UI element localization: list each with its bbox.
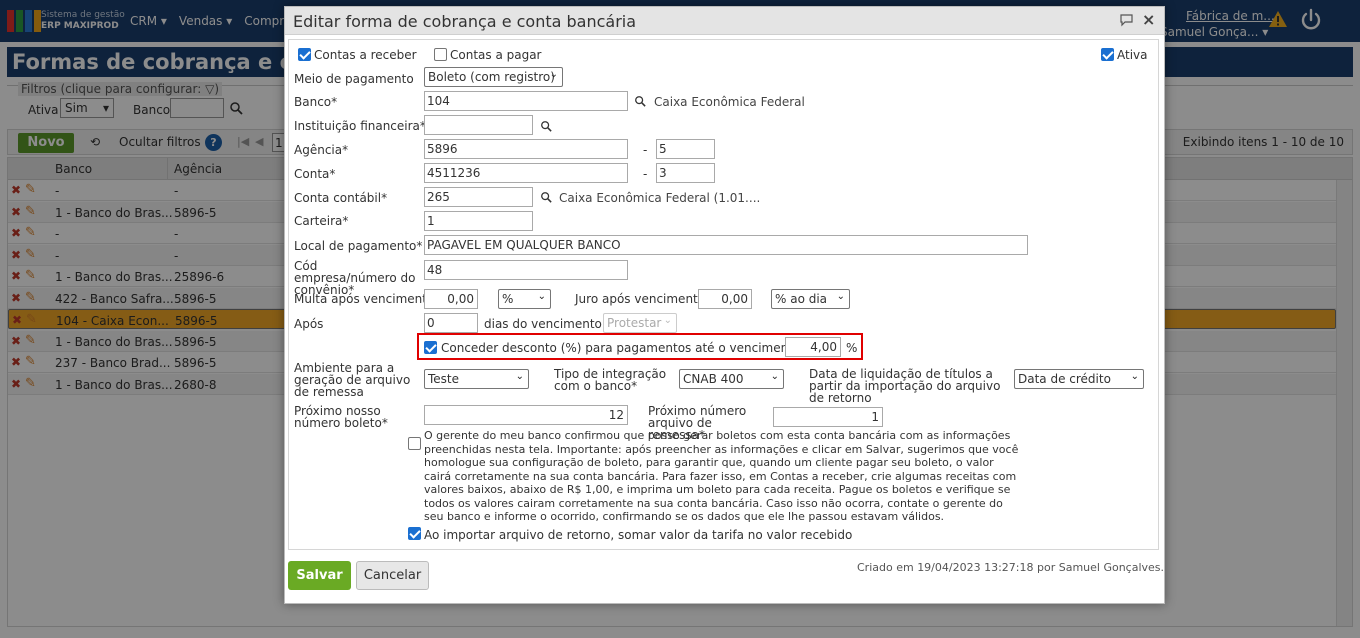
multa-unit-value: % [502,292,514,306]
juro-input[interactable]: 0,00 [698,289,752,309]
search-icon[interactable] [634,95,646,107]
chevron-down-icon: ⌄ [537,291,546,302]
conta-contabil-name: Caixa Econômica Federal (1.01.... [559,191,761,205]
instituicao-input[interactable] [424,115,533,135]
multa-unit-select[interactable]: % ⌄ [498,289,551,309]
banco-input[interactable]: 104 [424,91,628,111]
ambiente-select[interactable]: Teste ⌄ [424,369,529,389]
chevron-down-icon: ⌄ [836,291,845,302]
search-icon[interactable] [540,120,552,132]
chevron-down-icon: ⌄ [770,371,779,382]
desconto-input[interactable]: 4,00 [785,337,841,357]
desconto-unit: % [846,341,858,355]
proximo-remessa-input[interactable]: 1 [773,407,883,427]
confirm-checkbox[interactable] [408,437,421,450]
dash: - [643,167,648,181]
confirm-text: O gerente do meu banco confirmou que pos… [424,429,1019,523]
contas-pagar-label: Contas a pagar [450,48,542,62]
apos-input[interactable]: 0 [424,313,478,333]
meio-pagamento-label: Meio de pagamento [294,72,414,86]
chevron-down-icon: ⌄ [549,69,558,80]
ativa-label: Ativa [1117,48,1148,62]
chevron-down-icon: ⌄ [515,371,524,382]
cancel-button[interactable]: Cancelar [356,561,429,590]
chat-icon[interactable] [1119,13,1134,27]
data-liquidacao-value: Data de crédito [1018,372,1111,386]
banco-label: Banco* [294,95,338,109]
carteira-label: Carteira* [294,214,349,228]
search-icon[interactable] [540,191,552,203]
cod-empresa-input[interactable]: 48 [424,260,628,280]
modal-header: Editar forma de cobrança e conta bancári… [285,7,1164,35]
juro-unit-value: % ao dia [775,292,828,306]
tarifa-label: Ao importar arquivo de retorno, somar va… [424,528,853,542]
ativa-checkbox[interactable] [1101,48,1114,61]
data-liquidacao-label: Data de liquidação de títulos a partir d… [809,367,1001,405]
juro-label: Juro após vencimento [575,292,706,306]
ambiente-label: Ambiente para a geração de arquivo de re… [294,361,411,399]
desconto-checkbox[interactable] [424,341,437,354]
meio-pagamento-select[interactable]: Boleto (com registro) ⌄ [424,67,563,87]
tipo-integracao-select[interactable]: CNAB 400 ⌄ [679,369,784,389]
local-pagamento-label: Local de pagamento* [294,239,423,253]
created-info: Criado em 19/04/2023 13:27:18 por Samuel… [857,561,1165,574]
apos-label: Após [294,317,324,331]
dias-vencimento-label: dias do vencimento [484,317,602,331]
juro-unit-select[interactable]: % ao dia ⌄ [771,289,850,309]
agencia-dv-input[interactable]: 5 [656,139,715,159]
carteira-input[interactable]: 1 [424,211,533,231]
chevron-down-icon: ⌄ [1130,371,1139,382]
proximo-nosso-label: Próximo nosso número boleto* [294,404,388,430]
conta-dv-input[interactable]: 3 [656,163,715,183]
data-liquidacao-select[interactable]: Data de crédito ⌄ [1014,369,1144,389]
conta-contabil-input[interactable]: 265 [424,187,533,207]
close-icon[interactable]: × [1142,10,1155,29]
meio-pagamento-value: Boleto (com registro) [428,70,555,84]
contas-receber-label: Contas a receber [314,48,417,62]
agencia-label: Agência* [294,143,349,157]
desconto-label: Conceder desconto (%) para pagamentos at… [441,341,801,355]
contas-receber-checkbox[interactable] [298,48,311,61]
agencia-input[interactable]: 5896 [424,139,628,159]
multa-input[interactable]: 0,00 [424,289,478,309]
tipo-integracao-value: CNAB 400 [683,372,744,386]
chevron-down-icon: ⌄ [663,315,672,326]
modal-title: Editar forma de cobrança e conta bancári… [293,12,637,31]
contas-pagar-checkbox[interactable] [434,48,447,61]
conta-contabil-label: Conta contábil* [294,191,388,205]
save-button[interactable]: Salvar [288,561,351,590]
multa-label: Multa após vencimento [294,292,435,306]
instituicao-label: Instituição financeira* [294,119,426,133]
dash: - [643,143,648,157]
protestar-value: Protestar [607,316,662,330]
proximo-nosso-input[interactable]: 12 [424,405,628,425]
tipo-integracao-label: Tipo de integração com o banco* [554,367,667,393]
tarifa-checkbox[interactable] [408,527,421,540]
ambiente-value: Teste [428,372,460,386]
banco-name: Caixa Econômica Federal [654,95,805,109]
protestar-select[interactable]: Protestar ⌄ [603,313,677,333]
conta-input[interactable]: 4511236 [424,163,628,183]
cod-empresa-label: Cód empresa/número do convênio* [294,259,416,297]
conta-label: Conta* [294,167,336,181]
local-pagamento-input[interactable]: PAGAVEL EM QUALQUER BANCO [424,235,1028,255]
